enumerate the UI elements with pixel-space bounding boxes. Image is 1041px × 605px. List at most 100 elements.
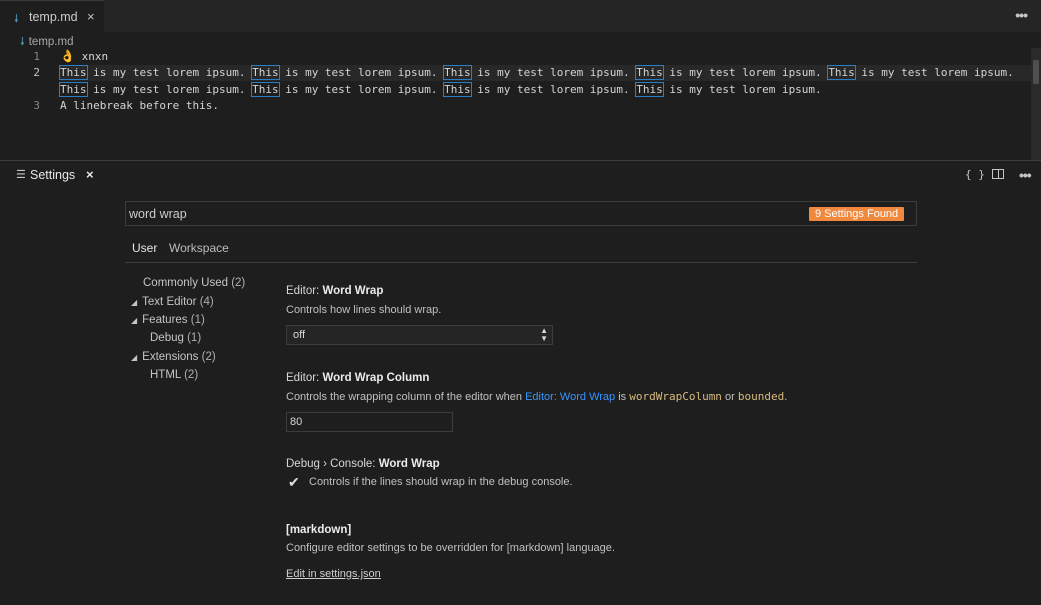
search-match: This bbox=[443, 82, 472, 97]
scope-tabs-divider bbox=[125, 262, 917, 263]
desc-text: Controls the wrapping column of the edit… bbox=[286, 391, 526, 403]
line-number: 1 bbox=[33, 50, 40, 63]
search-match: This bbox=[443, 65, 472, 80]
more-actions-icon[interactable]: ••• bbox=[1019, 167, 1032, 183]
setting-title-word-wrap-column: Editor: Word Wrap Column bbox=[286, 372, 429, 384]
more-actions-icon[interactable]: ••• bbox=[1015, 7, 1028, 23]
toc-label: Extensions bbox=[142, 351, 199, 363]
breadcrumb[interactable]: 🠗 temp.md bbox=[20, 33, 74, 48]
setting-description: Controls if the lines should wrap in the… bbox=[309, 476, 573, 488]
markdown-file-icon: 🠗 bbox=[14, 13, 19, 25]
expand-triangle-icon[interactable]: ◢ bbox=[131, 298, 137, 307]
settings-found-badge: 9 Settings Found bbox=[809, 207, 905, 221]
close-icon[interactable]: × bbox=[86, 167, 94, 182]
select-value: off bbox=[293, 329, 306, 341]
list-icon: ☰ bbox=[16, 169, 26, 181]
tab-user-label: User bbox=[132, 241, 158, 255]
toc-count: (4) bbox=[199, 296, 214, 308]
search-match: This bbox=[827, 65, 856, 80]
code-text: is my test lorem ipsum. bbox=[470, 66, 637, 79]
breadcrumb-file[interactable]: temp.md bbox=[29, 36, 74, 48]
tab-label: temp.md bbox=[29, 10, 78, 24]
tab-workspace[interactable]: Workspace bbox=[169, 241, 229, 255]
toc-label: Debug bbox=[150, 332, 184, 344]
toc-label: Commonly Used bbox=[143, 277, 228, 289]
edit-in-settings-json-link[interactable]: Edit in settings.json bbox=[286, 568, 381, 580]
desc-text: . bbox=[784, 391, 788, 403]
tab-user[interactable]: User bbox=[125, 240, 160, 263]
line-number: 3 bbox=[33, 99, 40, 112]
setting-category: Debug › Console: bbox=[286, 458, 379, 470]
inline-code: bounded bbox=[737, 390, 785, 403]
expand-triangle-icon[interactable]: ◢ bbox=[131, 353, 137, 362]
word-wrap-column-input[interactable] bbox=[286, 412, 453, 432]
code-text: is my test lorem ipsum. bbox=[662, 83, 829, 96]
search-match: This bbox=[251, 82, 280, 97]
setting-name: Word Wrap bbox=[378, 458, 440, 470]
setting-link[interactable]: Editor: Word Wrap bbox=[525, 391, 615, 403]
toc-item-extensions[interactable]: ◢ Extensions (2) bbox=[131, 351, 216, 363]
search-match: This bbox=[59, 65, 88, 80]
ok-hand-emoji: 👌 bbox=[60, 49, 75, 63]
split-editor-icon[interactable] bbox=[992, 169, 1004, 179]
toc-label: Text Editor bbox=[142, 296, 197, 308]
code-line-2[interactable]: This is my test lorem ipsum. This is my … bbox=[59, 65, 1021, 81]
scrollbar-thumb[interactable] bbox=[1033, 60, 1039, 84]
toc-label: Features bbox=[142, 314, 188, 326]
setting-description: Configure editor settings to be overridd… bbox=[286, 542, 615, 554]
code-text: is my test lorem ipsum. bbox=[86, 83, 253, 96]
desc-text: is bbox=[615, 391, 630, 403]
settings-search-box bbox=[125, 201, 917, 226]
setting-title-word-wrap: Editor: Word Wrap bbox=[286, 285, 383, 297]
search-input[interactable] bbox=[129, 205, 789, 222]
setting-description: Controls how lines should wrap. bbox=[286, 304, 442, 316]
setting-category: Editor: bbox=[286, 285, 323, 297]
search-match: This bbox=[635, 82, 664, 97]
check-icon: ✔ bbox=[288, 474, 300, 490]
code-text: is my test lorem ipsum. bbox=[278, 83, 445, 96]
toc-item-text-editor[interactable]: ◢ Text Editor (4) bbox=[131, 296, 214, 308]
expand-triangle-icon[interactable]: ◢ bbox=[131, 316, 137, 325]
open-settings-json-icon[interactable]: { } bbox=[965, 168, 985, 181]
editor-tab-bar bbox=[0, 0, 1041, 32]
toc-count: (2) bbox=[201, 351, 216, 363]
tab-temp-md[interactable]: 🠗 temp.md × bbox=[0, 0, 104, 32]
code-line-1[interactable]: 👌 xnxn bbox=[60, 48, 108, 65]
setting-name: Word Wrap bbox=[322, 285, 384, 297]
toc-item-debug[interactable]: Debug (1) bbox=[150, 332, 201, 344]
toc-count: (2) bbox=[231, 277, 246, 289]
setting-title-debug-word-wrap: Debug › Console: Word Wrap bbox=[286, 458, 440, 470]
search-match: This bbox=[59, 82, 88, 97]
toc-item-features[interactable]: ◢ Features (1) bbox=[131, 314, 205, 326]
close-icon[interactable]: × bbox=[87, 9, 95, 24]
desc-text: or bbox=[721, 391, 738, 403]
code-text: is my test lorem ipsum. bbox=[86, 66, 253, 79]
setting-name: Word Wrap Column bbox=[322, 372, 430, 384]
setting-category: Editor: bbox=[286, 372, 323, 384]
code-text: xnxn bbox=[81, 50, 109, 63]
code-text: is my test lorem ipsum. bbox=[470, 83, 637, 96]
code-text: is my test lorem ipsum. bbox=[278, 66, 445, 79]
debug-word-wrap-checkbox[interactable]: ✔ bbox=[286, 474, 302, 491]
inline-code: wordWrapColumn bbox=[629, 390, 722, 403]
toc-item-html[interactable]: HTML (2) bbox=[150, 369, 198, 381]
search-match: This bbox=[635, 65, 664, 80]
settings-tab-bar bbox=[0, 161, 1041, 190]
setting-description: Controls the wrapping column of the edit… bbox=[286, 390, 787, 403]
word-wrap-select[interactable]: off ▲ ▼ bbox=[286, 325, 553, 345]
toc-count: (2) bbox=[184, 369, 199, 381]
toc-count: (1) bbox=[187, 332, 202, 344]
tab-settings[interactable]: ☰ Settings × bbox=[0, 161, 104, 189]
search-match: This bbox=[251, 65, 280, 80]
code-text: A linebreak before this. bbox=[60, 99, 219, 112]
toc-item-commonly-used[interactable]: Commonly Used (2) bbox=[143, 277, 245, 289]
setting-title-markdown: [markdown] bbox=[286, 524, 351, 536]
code-line-2-wrapped[interactable]: This is my test lorem ipsum. This is my … bbox=[59, 82, 829, 98]
markdown-file-icon: 🠗 bbox=[20, 36, 25, 48]
code-text: is my test lorem ipsum. bbox=[662, 66, 829, 79]
setting-name: [markdown] bbox=[286, 524, 352, 536]
select-arrows-icon: ▲ ▼ bbox=[540, 326, 548, 343]
toc-count: (1) bbox=[190, 314, 205, 326]
code-text: is my test lorem ipsum. bbox=[854, 66, 1021, 79]
code-line-3[interactable]: A linebreak before this. bbox=[60, 98, 219, 114]
